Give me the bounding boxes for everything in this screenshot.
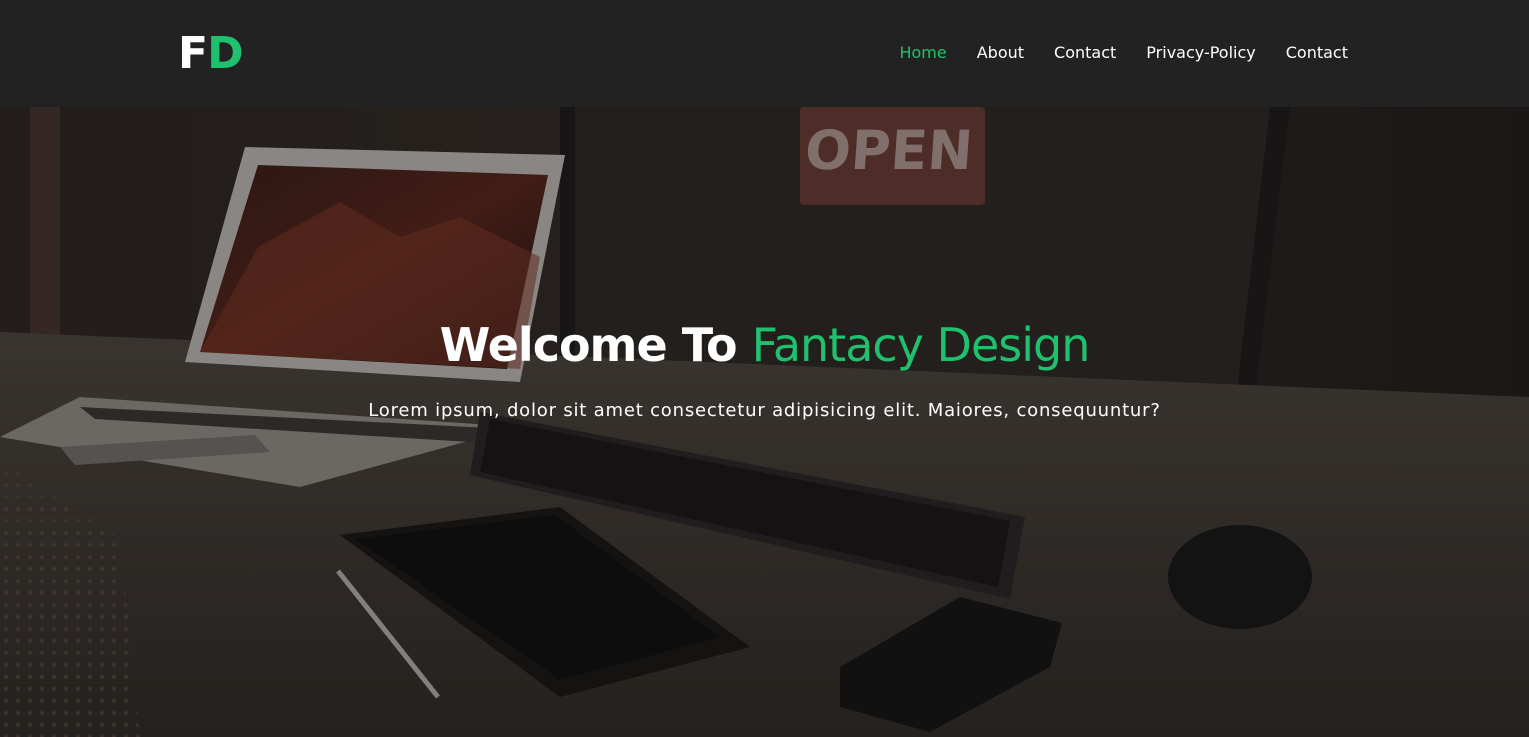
nav-link-privacy-policy[interactable]: Privacy-Policy xyxy=(1146,42,1255,64)
hero-subtitle: Lorem ipsum, dolor sit amet consectetur … xyxy=(368,400,1161,421)
navbar: FD Home About Contact Privacy-Policy Con… xyxy=(0,0,1529,107)
hero-title-brand: Fantacy Design xyxy=(751,318,1091,372)
logo-letter-d: D xyxy=(207,28,244,79)
hero-title: Welcome To Fantacy Design xyxy=(0,317,1529,373)
main-nav: Home About Contact Privacy-Policy Contac… xyxy=(899,42,1348,64)
logo[interactable]: FD xyxy=(178,28,244,79)
hero-title-welcome: Welcome To xyxy=(439,318,752,372)
logo-letter-f: F xyxy=(178,28,208,79)
nav-link-about[interactable]: About xyxy=(977,42,1024,64)
nav-link-contact[interactable]: Contact xyxy=(1054,42,1116,64)
hero-section: OPEN Welcome To Fantacy Design Lorem ips… xyxy=(0,107,1529,737)
nav-link-home[interactable]: Home xyxy=(899,42,946,64)
nav-link-contact-2[interactable]: Contact xyxy=(1286,42,1348,64)
